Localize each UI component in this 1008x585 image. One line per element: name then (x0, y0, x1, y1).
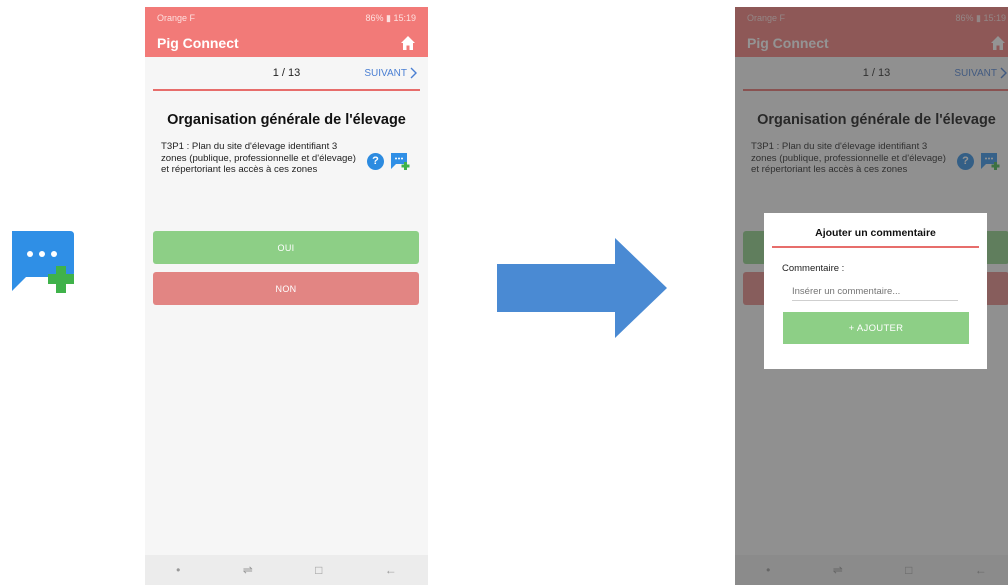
question-actions: ? (367, 152, 410, 170)
status-bar: Orange F 86% ▮ 15:19 (145, 7, 428, 29)
dialog-divider (772, 246, 979, 248)
recent-apps-icon[interactable]: ⇌ (243, 563, 253, 577)
next-button[interactable]: SUIVANT (364, 67, 418, 79)
system-nav-bar: • ⇌ □ ← (145, 555, 428, 585)
section-heading: Organisation générale de l'élevage (167, 112, 406, 128)
phone-screen-after: Orange F 86% ▮ 15:19 Pig Connect 1 / 13 … (735, 7, 1008, 585)
comment-input[interactable] (792, 284, 958, 301)
next-button-label: SUIVANT (364, 67, 407, 79)
help-icon[interactable]: ? (367, 152, 384, 170)
home-icon[interactable] (400, 35, 416, 51)
home-square-icon[interactable]: □ (315, 563, 322, 577)
back-icon[interactable]: ← (385, 563, 397, 577)
divider (153, 89, 420, 91)
add-comment-button[interactable]: + AJOUTER (783, 312, 969, 344)
app-title: Pig Connect (157, 35, 239, 51)
question-row: T3P1 : Plan du site d'élevage identifian… (161, 141, 418, 176)
dot-icon[interactable]: • (176, 563, 180, 577)
dialog-title: Ajouter un commentaire (815, 227, 936, 239)
chevron-right-icon (410, 67, 417, 79)
arrow-right-icon (497, 238, 667, 338)
add-comment-icon (12, 231, 74, 293)
no-button[interactable]: NON (153, 272, 419, 305)
question-text: T3P1 : Plan du site d'élevage identifian… (161, 141, 356, 175)
app-bar: Pig Connect (145, 29, 428, 57)
comment-label: Commentaire : (782, 263, 845, 274)
pager: 1 / 13 SUIVANT (145, 57, 428, 89)
phone-screen-before: Orange F 86% ▮ 15:19 Pig Connect 1 / 13 … (145, 7, 428, 585)
carrier-label: Orange F (157, 13, 196, 23)
yes-button[interactable]: OUI (153, 231, 419, 264)
status-indicators: 86% ▮ 15:19 (365, 12, 416, 23)
add-comment-icon[interactable] (390, 152, 410, 170)
add-comment-dialog: Ajouter un commentaire Commentaire : + A… (764, 213, 987, 369)
